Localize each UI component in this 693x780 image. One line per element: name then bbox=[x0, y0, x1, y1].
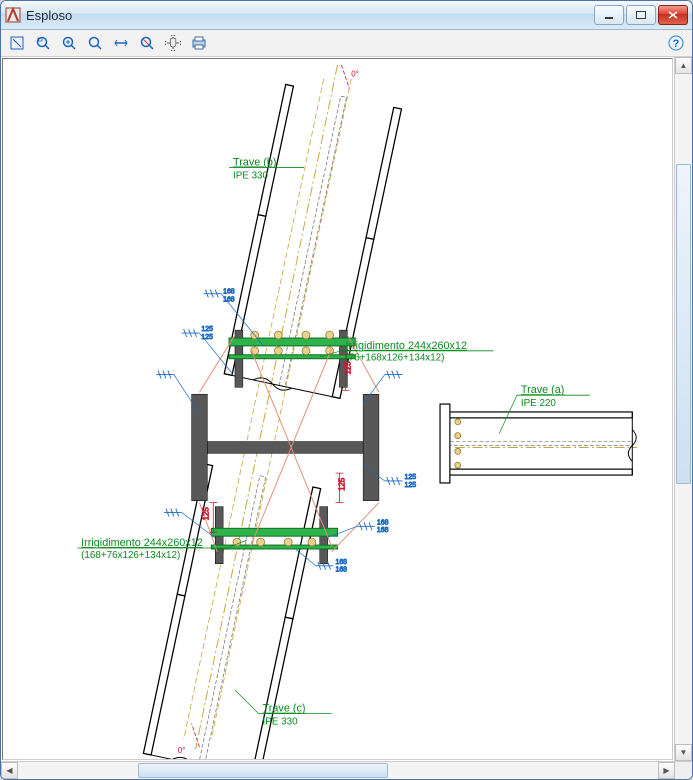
scrollbar-corner bbox=[675, 762, 692, 779]
zoom-out-icon[interactable] bbox=[109, 31, 133, 55]
trave-c-profile: IPE 330 bbox=[263, 716, 299, 727]
angle-top-label: 0° bbox=[351, 70, 359, 79]
trave-a-label: Trave (a) bbox=[521, 384, 565, 396]
hscroll-track[interactable] bbox=[18, 762, 658, 779]
pan-icon[interactable] bbox=[161, 31, 185, 55]
drawing-svg: 0° 0° bbox=[3, 59, 672, 759]
svg-text:168: 168 bbox=[377, 527, 389, 534]
scroll-down-button[interactable]: ▼ bbox=[675, 744, 692, 761]
titlebar[interactable]: Esploso bbox=[1, 1, 692, 30]
toolbar: ? bbox=[1, 30, 692, 57]
trave-b-label: Trave (b) bbox=[233, 156, 277, 168]
svg-text:168: 168 bbox=[336, 559, 348, 566]
close-button[interactable] bbox=[658, 5, 688, 25]
svg-text:125: 125 bbox=[201, 507, 210, 521]
trave-c-label: Trave (c) bbox=[263, 703, 306, 715]
svg-text:125: 125 bbox=[201, 326, 213, 333]
svg-text:168: 168 bbox=[377, 519, 389, 526]
print-icon[interactable] bbox=[187, 31, 211, 55]
angle-bottom-label: 0° bbox=[178, 746, 186, 755]
help-button[interactable]: ? bbox=[664, 31, 688, 55]
zoom-in-icon[interactable] bbox=[83, 31, 107, 55]
minimize-button[interactable] bbox=[594, 5, 624, 25]
select-tool-icon[interactable] bbox=[5, 31, 29, 55]
section-title: Sezione E - E bbox=[231, 757, 340, 759]
svg-text:168: 168 bbox=[336, 567, 348, 574]
irr-bot-formula: (168+76x126+134x12) bbox=[81, 550, 180, 561]
maximize-button[interactable] bbox=[626, 5, 656, 25]
zoom-extents-icon[interactable] bbox=[57, 31, 81, 55]
drawing-canvas[interactable]: 0° 0° bbox=[2, 58, 673, 760]
trave-a-profile: IPE 220 bbox=[521, 398, 557, 409]
window-title: Esploso bbox=[26, 8, 594, 23]
svg-text:168: 168 bbox=[223, 297, 235, 304]
irr-bot-label: Irrigidimento 244x260x12 bbox=[81, 537, 203, 549]
trave-b-profile: IPE 330 bbox=[233, 170, 269, 181]
irr-top-label: Irrigidimento 244x260x12 bbox=[345, 340, 467, 352]
app-window: Esploso ? bbox=[0, 0, 693, 780]
scroll-up-button[interactable]: ▲ bbox=[675, 57, 692, 74]
zoom-window-icon[interactable] bbox=[31, 31, 55, 55]
svg-text:168: 168 bbox=[223, 289, 235, 296]
scroll-right-button[interactable]: ▶ bbox=[658, 762, 675, 779]
vscroll-thumb[interactable] bbox=[676, 164, 691, 484]
irr-top-formula: (76+168x126+134x12) bbox=[345, 353, 444, 364]
zoom-previous-icon[interactable] bbox=[135, 31, 159, 55]
vscroll-track[interactable] bbox=[675, 74, 692, 744]
hscroll-thumb[interactable] bbox=[138, 763, 388, 778]
app-icon bbox=[5, 7, 21, 23]
vertical-scrollbar[interactable]: ▲ ▼ bbox=[674, 57, 692, 761]
client-area: 0° 0° bbox=[1, 57, 692, 761]
svg-text:?: ? bbox=[673, 38, 680, 50]
svg-text:125: 125 bbox=[337, 477, 346, 491]
scroll-left-button[interactable]: ◀ bbox=[1, 762, 18, 779]
svg-text:125: 125 bbox=[405, 474, 417, 481]
svg-text:125: 125 bbox=[405, 482, 417, 489]
